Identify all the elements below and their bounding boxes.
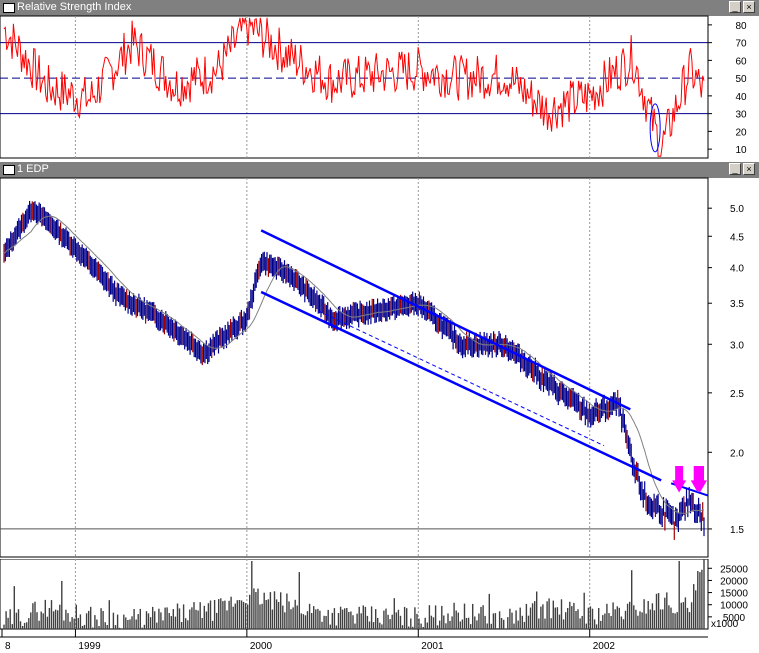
volume-multiplier-label: x1000 xyxy=(711,619,739,630)
rsi-tick-label: 20 xyxy=(735,127,747,138)
price-tick-label: 3.5 xyxy=(730,299,744,310)
price-tick-label: 4.5 xyxy=(730,232,744,243)
x-axis-tick-label: 2002 xyxy=(593,641,616,652)
rsi-tick-label: 10 xyxy=(735,145,747,156)
x-axis-tick-label: 8 xyxy=(5,641,11,652)
x-axis-tick-label: 1999 xyxy=(78,641,101,652)
price-tick-label: 2.0 xyxy=(730,448,744,459)
x-axis-tick-label: 2000 xyxy=(250,641,273,652)
rsi-tick-label: 50 xyxy=(735,74,747,85)
volume-tick-label: 15000 xyxy=(720,589,748,600)
rsi-tick-label: 60 xyxy=(735,56,747,67)
x-axis-tick-label: 2001 xyxy=(421,641,444,652)
volume-chart: 250002000015000100005000x10008 1999 2000 20… xyxy=(0,559,748,652)
volume-plot-frame xyxy=(0,559,709,630)
price-tick-label: 1.5 xyxy=(730,525,744,536)
volume-tick-label: 25000 xyxy=(720,564,748,575)
price-plot-frame xyxy=(0,177,709,558)
price-tick-label: 4.0 xyxy=(730,264,744,275)
rsi-tick-label: 70 xyxy=(735,39,747,50)
rsi-chart: 80 70 60 50 40 30 20 10 xyxy=(0,15,747,159)
price-tick-label: 3.0 xyxy=(730,340,744,351)
rsi-pane: Relative Strength Index _ × 80 70 60 50 40 30… xyxy=(0,0,759,160)
rsi-tick-label: 30 xyxy=(735,110,747,121)
volume-pane: 25000 20000 15000 10000 5000 x1000 8 1999 2000 20… xyxy=(0,559,759,653)
price-pane: 1 EDP _ × 5.0 4.5 4.0 3.5 3.0 2.5 2.0 1.5 xyxy=(0,162,759,558)
rsi-tick-label: 40 xyxy=(735,92,747,103)
price-chart: 5.0 4.5 4.0 3.5 3.0 2.5 2.0 1.5 xyxy=(0,177,744,558)
volume-tick-label: 10000 xyxy=(720,601,748,612)
price-tick-label: 2.5 xyxy=(730,389,744,400)
rsi-tick-label: 80 xyxy=(735,21,747,32)
volume-tick-label: 20000 xyxy=(720,576,748,587)
rsi-plot-frame xyxy=(0,15,709,159)
price-tick-label: 5.0 xyxy=(730,204,744,215)
